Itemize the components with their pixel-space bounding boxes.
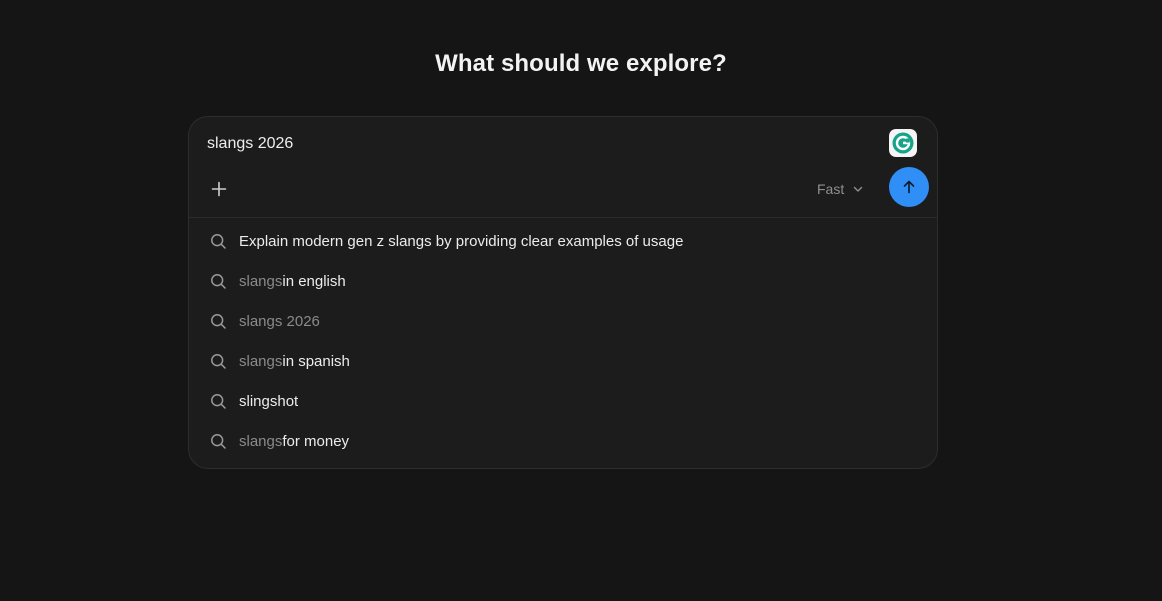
suggestion-completion: for money: [282, 432, 350, 450]
arrow-up-icon: [903, 180, 915, 194]
suggestion-list: Explain modern gen z slangs by providing…: [189, 221, 937, 461]
search-icon: [209, 392, 227, 410]
suggestion-item[interactable]: slangs for money: [189, 421, 937, 461]
search-icon: [209, 272, 227, 290]
suggestion-item[interactable]: slangs 2026: [189, 301, 937, 341]
suggestion-match: slangs: [239, 272, 283, 290]
suggestion-completion: Explain modern gen z slangs by providing…: [239, 232, 684, 250]
suggestion-match: slangs: [239, 432, 283, 450]
model-select[interactable]: Fast: [817, 177, 864, 201]
submit-button[interactable]: [889, 167, 929, 207]
grammarly-icon[interactable]: [889, 129, 917, 157]
suggestion-item[interactable]: Explain modern gen z slangs by providing…: [189, 221, 937, 261]
page-title: What should we explore?: [435, 50, 727, 77]
suggestion-completion: in english: [282, 272, 346, 290]
suggestion-match: slangs 2026: [239, 312, 320, 330]
search-icon: [209, 232, 227, 250]
chevron-down-icon: [854, 186, 863, 192]
search-input[interactable]: [207, 135, 847, 153]
suggestion-match: slangs: [239, 352, 283, 370]
model-label: Fast: [817, 181, 845, 197]
suggestion-item[interactable]: slingshot: [189, 381, 937, 421]
suggestion-completion: in spanish: [282, 352, 350, 370]
search-icon: [209, 312, 227, 330]
plus-icon: [211, 181, 227, 197]
search-icon: [209, 352, 227, 370]
suggestion-item[interactable]: slangs in english: [189, 261, 937, 301]
suggestion-item[interactable]: slangs in spanish: [189, 341, 937, 381]
divider: [189, 217, 937, 218]
suggestion-completion: slingshot: [239, 392, 299, 410]
add-button[interactable]: [205, 175, 233, 203]
search-icon: [209, 432, 227, 450]
search-card: Fast Explain modern gen z slangs by prov…: [188, 116, 938, 469]
